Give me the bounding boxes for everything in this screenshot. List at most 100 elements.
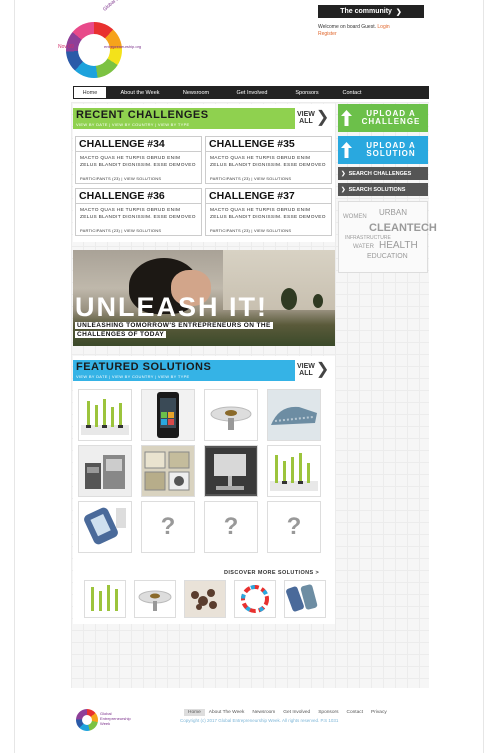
footer-logo[interactable]	[76, 709, 98, 731]
featured-sort-links[interactable]: VIEW BY DATE | VIEW BY COUNTRY | VIEW BY…	[76, 374, 211, 379]
solution-thumbnail[interactable]	[204, 445, 258, 497]
discover-thumbnail[interactable]	[284, 580, 326, 618]
view-all-line2: ALL	[299, 370, 313, 377]
footer-link-sponsors[interactable]: Sponsors	[314, 709, 342, 716]
nav-home[interactable]: Home	[73, 86, 107, 99]
view-all-line2: ALL	[299, 118, 313, 125]
search-challenges-button[interactable]: ❯ SEARCH CHALLENGES	[338, 167, 428, 180]
discover-thumbnail[interactable]	[134, 580, 176, 618]
solution-placeholder[interactable]: ?	[267, 501, 321, 553]
nav-get-involved[interactable]: Get Involved	[219, 86, 285, 99]
footer-link-privacy[interactable]: Privacy	[367, 709, 391, 716]
challenge-title[interactable]: CHALLENGE #34	[76, 137, 201, 152]
chevron-right-icon: ❯	[395, 8, 402, 16]
participants-link[interactable]: PARTICIPANTS (23) |	[80, 176, 123, 181]
challenges-title: RECENT CHALLENGES	[76, 109, 209, 121]
challenge-title[interactable]: CHALLENGE #36	[76, 189, 201, 204]
nav-about[interactable]: About the Week	[107, 86, 173, 99]
tag-cleantech[interactable]: CLEANTECH	[369, 222, 437, 234]
footer-link-get-involved[interactable]: Get Involved	[279, 709, 314, 716]
question-mark-icon: ?	[160, 513, 176, 540]
challenge-desc: MACTO QUAS HE TURPIS OBRUD ENIM ZELUS BL…	[210, 156, 326, 168]
discover-thumbnail[interactable]	[84, 580, 126, 618]
solution-thumbnail[interactable]	[141, 445, 195, 497]
solution-placeholder[interactable]: ?	[204, 501, 258, 553]
hero-banner[interactable]: UNLEASH IT! UNLEASHING TOMORROW'S ENTREP…	[73, 250, 335, 346]
featured-header: FEATURED SOLUTIONS VIEW BY DATE | VIEW B…	[73, 360, 295, 381]
solution-thumbnail[interactable]	[204, 389, 258, 441]
footer-link-contact[interactable]: Contact	[343, 709, 368, 716]
participants-link[interactable]: PARTICIPANTS (23) |	[210, 228, 253, 233]
hero-tree	[281, 288, 297, 310]
discover-more-link[interactable]: DISCOVER MORE SOLUTIONS >	[224, 570, 319, 576]
tag-women[interactable]: WOMEN	[343, 214, 367, 220]
chevron-right-icon: ❯	[315, 361, 330, 378]
search-solutions-label: SEARCH SOLUTIONS	[348, 186, 406, 193]
register-link[interactable]: Register	[318, 31, 337, 37]
chevron-right-icon: ❯	[315, 109, 330, 126]
participants-link[interactable]: PARTICIPANTS (23) |	[210, 176, 253, 181]
solution-thumbnail[interactable]	[267, 389, 321, 441]
discover-thumbnail[interactable]	[184, 580, 226, 618]
footer-link-about[interactable]: About The Week	[205, 709, 249, 716]
view-solutions-link[interactable]: VIEW SOLUTIONS	[124, 228, 161, 233]
discover-thumbnail[interactable]	[234, 580, 276, 618]
challenge-card[interactable]: CHALLENGE #36 MACTO QUAS HE TURPIS OBRUD…	[75, 188, 202, 236]
search-solutions-button[interactable]: ❯ SEARCH SOLUTIONS	[338, 183, 428, 196]
nav-contact[interactable]: Contact	[329, 86, 375, 99]
search-challenges-label: SEARCH CHALLENGES	[348, 170, 412, 177]
view-solutions-link[interactable]: VIEW SOLUTIONS	[254, 228, 291, 233]
main-nav: Home About the Week Newsroom Get Involve…	[73, 86, 429, 99]
nav-sponsors[interactable]: Sponsors	[285, 86, 329, 99]
tag-health[interactable]: HEALTH	[379, 240, 418, 251]
upload-solution-line2: SOLUTION	[366, 149, 416, 158]
participants-link[interactable]: PARTICIPANTS (23) |	[80, 228, 123, 233]
hero-tree	[313, 294, 323, 308]
solution-thumbnail[interactable]	[78, 445, 132, 497]
view-solutions-link[interactable]: VIEW SOLUTIONS	[254, 176, 291, 181]
solution-thumbnail[interactable]	[78, 501, 132, 553]
featured-title: FEATURED SOLUTIONS	[76, 361, 212, 373]
question-mark-icon: ?	[286, 513, 302, 540]
logo-date: Nov 09	[58, 44, 74, 50]
welcome-text: Welcome on board Guest.	[318, 24, 376, 30]
recent-challenges-panel: RECENT CHALLENGES VIEW BY DATE | VIEW BY…	[73, 104, 335, 242]
footer-link-newsroom[interactable]: Newsroom	[248, 709, 279, 716]
chevron-right-icon: ❯	[341, 186, 346, 193]
tag-urban[interactable]: URBAN	[379, 208, 407, 217]
arrow-up-icon	[338, 142, 354, 158]
upload-challenge-button[interactable]: UPLOAD A CHALLENGE	[338, 104, 428, 132]
challenge-desc: MACTO QUAS HE TURPIS OBRUD ENIM ZELUS BL…	[210, 208, 326, 220]
nav-newsroom[interactable]: Newsroom	[173, 86, 219, 99]
solution-thumbnail[interactable]	[267, 445, 321, 497]
hero-subheadline: UNLEASHING TOMORROW'S ENTREPRENEURS ON T…	[75, 321, 325, 339]
tag-water[interactable]: WATER	[353, 244, 374, 250]
challenges-view-all[interactable]: VIEW ALL ❯	[297, 109, 330, 126]
upload-solution-button[interactable]: UPLOAD A SOLUTION	[338, 136, 428, 164]
challenge-card[interactable]: CHALLENGE #35 MACTO QUAS HE TURPIS OBRUD…	[205, 136, 332, 184]
community-label: The community	[340, 8, 392, 15]
footer-logo-text: Global Entrepreneurship Week	[100, 711, 131, 726]
community-button[interactable]: The community ❯	[318, 5, 424, 18]
solution-placeholder[interactable]: ?	[141, 501, 195, 553]
upload-challenge-line2: CHALLENGE	[361, 117, 421, 126]
question-mark-icon: ?	[223, 513, 239, 540]
featured-view-all[interactable]: VIEW ALL ❯	[297, 361, 330, 378]
solution-thumbnail[interactable]	[78, 389, 132, 441]
challenges-sort-links[interactable]: VIEW BY DATE | VIEW BY COUNTRY | VIEW BY…	[76, 122, 209, 127]
footer-link-home[interactable]: Home	[184, 709, 205, 716]
hero-subheadline-line1: UNLEASHING TOMORROW'S ENTREPRENEURS ON T…	[75, 322, 273, 329]
challenge-card[interactable]: CHALLENGE #34 MACTO QUAS HE TURPIS OBRUD…	[75, 136, 202, 184]
copyright-text: Copyright (c) 2017 Global Entrepreneursh…	[180, 718, 339, 723]
view-all-line1: VIEW	[297, 111, 315, 118]
solution-thumbnail[interactable]	[141, 389, 195, 441]
tag-education[interactable]: EDUCATION	[367, 253, 408, 260]
gew-logo[interactable]	[66, 22, 122, 78]
view-solutions-link[interactable]: VIEW SOLUTIONS	[124, 176, 161, 181]
challenge-title[interactable]: CHALLENGE #37	[206, 189, 331, 204]
challenges-header: RECENT CHALLENGES VIEW BY DATE | VIEW BY…	[73, 108, 295, 129]
welcome-message: Welcome on board Guest. Login Register	[318, 24, 428, 38]
challenge-title[interactable]: CHALLENGE #35	[206, 137, 331, 152]
login-link[interactable]: Login	[377, 24, 389, 30]
challenge-card[interactable]: CHALLENGE #37 MACTO QUAS HE TURPIS OBRUD…	[205, 188, 332, 236]
